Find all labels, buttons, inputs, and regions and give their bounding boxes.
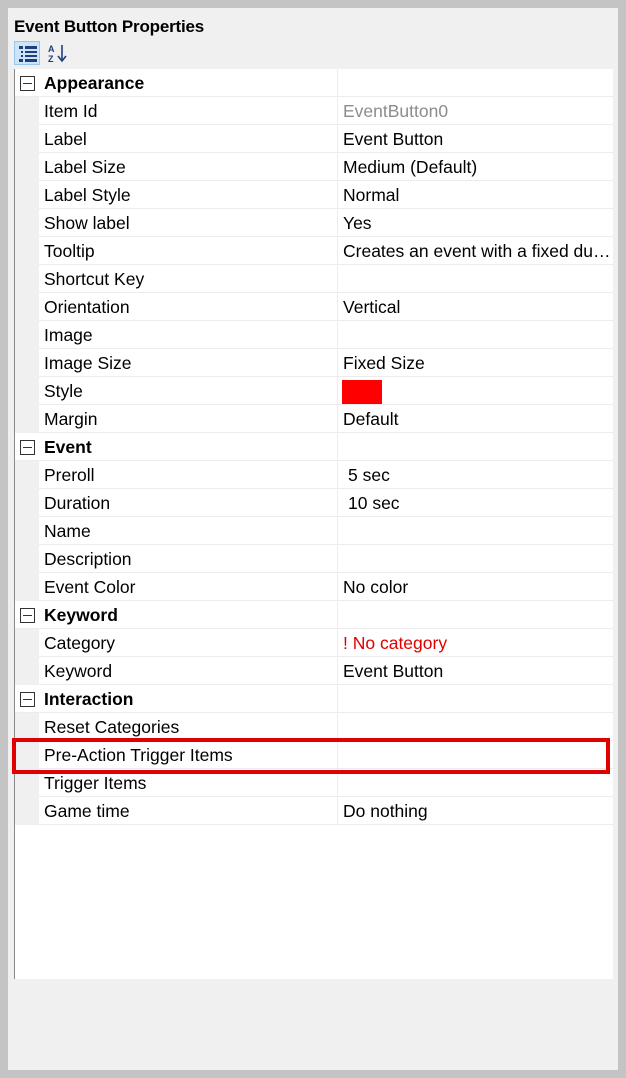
property-value[interactable]	[343, 517, 611, 544]
property-row-orientation[interactable]: Orientation Vertical	[15, 293, 613, 321]
property-label: Label	[44, 129, 87, 149]
properties-panel: Event Button Properties A Z Appearance I…	[8, 8, 618, 1070]
property-label: Duration	[44, 493, 111, 513]
property-value[interactable]	[343, 713, 611, 740]
property-value[interactable]: Event Button	[343, 125, 611, 152]
property-value[interactable]: Default	[343, 405, 611, 432]
property-label: Margin	[44, 409, 98, 429]
property-row-item-id[interactable]: Item Id EventButton0	[15, 97, 613, 125]
svg-text:A: A	[48, 44, 55, 54]
property-toolbar: A Z	[14, 41, 114, 67]
property-value[interactable]	[343, 265, 611, 292]
collapse-toggle-icon[interactable]	[20, 608, 35, 623]
property-row-tooltip[interactable]: Tooltip Creates an event with a fixed du…	[15, 237, 613, 265]
property-value[interactable]: No color	[343, 573, 611, 600]
property-label: Orientation	[44, 297, 130, 317]
panel-title: Event Button Properties	[14, 17, 204, 36]
category-appearance[interactable]: Appearance	[15, 69, 613, 97]
property-value[interactable]	[343, 321, 611, 348]
property-label: Keyword	[44, 661, 113, 681]
property-row-image-size[interactable]: Image Size Fixed Size	[15, 349, 613, 377]
property-row-margin[interactable]: Margin Default	[15, 405, 613, 433]
property-grid: Appearance Item Id EventButton0 Label Ev…	[14, 69, 613, 979]
property-row-duration[interactable]: Duration 10 sec	[15, 489, 613, 517]
property-value[interactable]: Do nothing	[343, 797, 611, 824]
property-label: Game time	[44, 801, 130, 821]
property-value[interactable]: Normal	[343, 181, 611, 208]
category-keyword[interactable]: Keyword	[15, 601, 613, 629]
property-value[interactable]	[343, 741, 611, 768]
collapse-toggle-icon[interactable]	[20, 692, 35, 707]
property-row-style[interactable]: Style	[15, 377, 613, 405]
collapse-toggle-icon[interactable]	[20, 440, 35, 455]
property-row-name[interactable]: Name	[15, 517, 613, 545]
property-value[interactable]: Event Button	[343, 657, 611, 684]
property-value[interactable]: Vertical	[343, 293, 611, 320]
property-row-label-style[interactable]: Label Style Normal	[15, 181, 613, 209]
property-value[interactable]: Fixed Size	[343, 349, 611, 376]
property-label: Show label	[44, 213, 130, 233]
property-row-preroll[interactable]: Preroll 5 sec	[15, 461, 613, 489]
category-event[interactable]: Event	[15, 433, 613, 461]
property-label: Preroll	[44, 465, 95, 485]
svg-text:Z: Z	[48, 54, 54, 63]
property-row-show-label[interactable]: Show label Yes	[15, 209, 613, 237]
property-label: Category	[44, 633, 116, 653]
property-value[interactable]: Medium (Default)	[343, 153, 611, 180]
property-label: Label Style	[44, 185, 131, 205]
style-color-swatch[interactable]	[342, 380, 382, 404]
property-row-event-color[interactable]: Event Color No color	[15, 573, 613, 601]
property-label: Image Size	[44, 353, 132, 373]
property-row-label[interactable]: Label Event Button	[15, 125, 613, 153]
property-value[interactable]	[343, 545, 611, 572]
property-row-trigger-items[interactable]: Trigger Items	[15, 769, 613, 797]
alphabetical-sort-button[interactable]: A Z	[44, 41, 70, 65]
property-label: Name	[44, 521, 91, 541]
property-label: Description	[44, 549, 132, 569]
property-row-keyword[interactable]: Keyword Event Button	[15, 657, 613, 685]
categorized-view-button[interactable]	[14, 41, 40, 65]
property-row-shortcut-key[interactable]: Shortcut Key	[15, 265, 613, 293]
category-interaction[interactable]: Interaction	[15, 685, 613, 713]
property-label: Pre-Action Trigger Items	[44, 745, 233, 765]
property-label: Trigger Items	[44, 773, 147, 793]
property-label: Tooltip	[44, 241, 95, 261]
property-value[interactable]: Creates an event with a fixed duration	[343, 237, 611, 264]
property-row-reset-categories[interactable]: Reset Categories	[15, 713, 613, 741]
property-row-label-size[interactable]: Label Size Medium (Default)	[15, 153, 613, 181]
property-value[interactable]: ! No category	[343, 629, 611, 656]
property-value[interactable]: 10 sec	[348, 489, 616, 516]
property-value[interactable]	[343, 769, 611, 796]
alphabetical-sort-icon: A Z	[48, 44, 67, 63]
property-label: Reset Categories	[44, 717, 180, 737]
collapse-toggle-icon[interactable]	[20, 76, 35, 91]
property-row-description[interactable]: Description	[15, 545, 613, 573]
property-label: Style	[44, 381, 83, 401]
property-row-image[interactable]: Image	[15, 321, 613, 349]
property-label: Shortcut Key	[44, 269, 145, 289]
property-value: EventButton0	[343, 101, 449, 121]
categorized-view-icon	[19, 46, 37, 62]
property-row-pre-action-trigger-items[interactable]: Pre-Action Trigger Items	[15, 741, 613, 769]
property-label: Label Size	[44, 157, 126, 177]
property-value[interactable]: 5 sec	[348, 461, 616, 488]
category-label: Event	[44, 437, 92, 457]
category-label: Keyword	[44, 605, 118, 625]
category-label: Interaction	[44, 689, 134, 709]
property-row-category[interactable]: Category ! No category	[15, 629, 613, 657]
category-label: Appearance	[44, 73, 145, 93]
property-value[interactable]: Yes	[343, 209, 611, 236]
property-row-game-time[interactable]: Game time Do nothing	[15, 797, 613, 825]
property-label: Image	[44, 325, 93, 345]
property-label: Item Id	[44, 101, 98, 121]
property-label: Event Color	[44, 577, 136, 597]
